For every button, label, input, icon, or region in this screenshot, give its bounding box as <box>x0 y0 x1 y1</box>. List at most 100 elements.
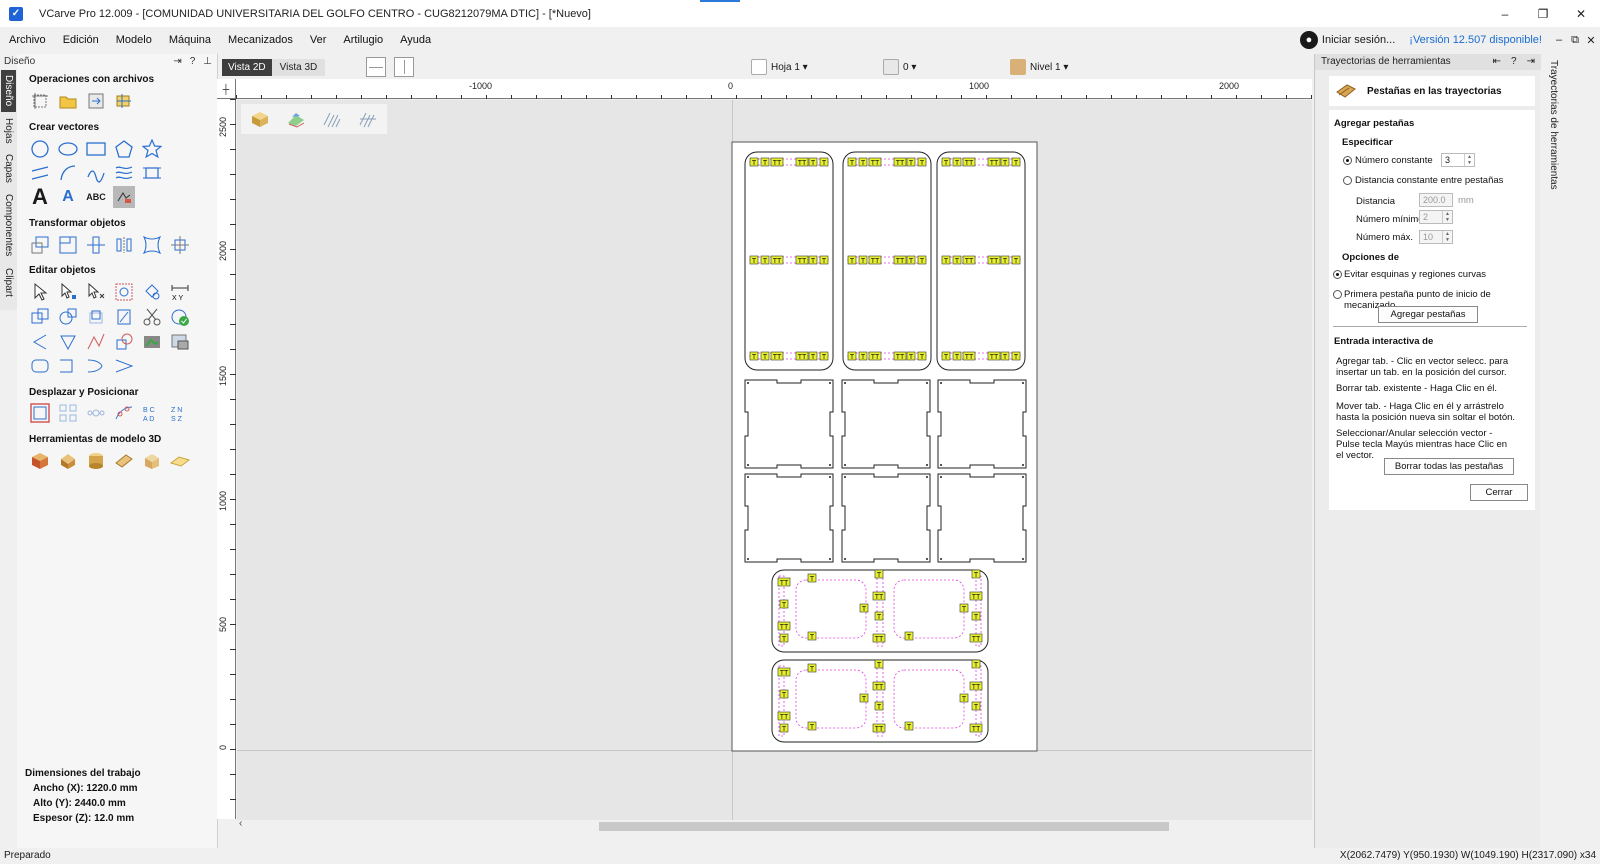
minimize-button[interactable]: – <box>1486 0 1524 27</box>
subtract-icon[interactable] <box>57 306 79 328</box>
tab-diseno[interactable]: Diseño <box>1 70 16 112</box>
intersect-icon[interactable] <box>85 306 107 328</box>
tab-componentes[interactable]: Componentes <box>1 188 16 262</box>
union-icon[interactable] <box>29 306 51 328</box>
angle-tool-icon[interactable] <box>113 355 135 377</box>
mdi-close-button[interactable]: ✕ <box>1584 34 1598 47</box>
label-parts-icon[interactable]: B C A D <box>141 402 163 424</box>
avoid-corners-radio[interactable] <box>1333 270 1342 279</box>
distort-object-icon[interactable] <box>141 234 163 256</box>
measure-tool-icon[interactable]: X Y <box>169 281 191 303</box>
arc-tool-icon[interactable] <box>57 162 79 184</box>
star-tool-icon[interactable] <box>141 138 163 160</box>
curve-fit-icon[interactable] <box>85 355 107 377</box>
move-object-icon[interactable] <box>29 234 51 256</box>
array-copy-icon[interactable] <box>57 402 79 424</box>
circle-tool-icon[interactable] <box>29 138 51 160</box>
menu-artilugio[interactable]: Artilugio <box>334 34 391 46</box>
const-distance-radio[interactable] <box>1343 176 1352 185</box>
maximize-button[interactable]: ❐ <box>1524 0 1562 27</box>
frame-select-icon[interactable] <box>29 402 51 424</box>
user-icon[interactable]: ● <box>1299 31 1318 49</box>
menu-ver[interactable]: Ver <box>301 34 335 46</box>
weld-icon[interactable] <box>141 281 163 303</box>
mdi-minimize-button[interactable]: – <box>1552 34 1566 46</box>
tab-hojas[interactable]: Hojas <box>1 114 16 148</box>
login-link[interactable]: Iniciar sesión... <box>1322 34 1395 46</box>
ellipse-tool-icon[interactable] <box>57 138 79 160</box>
validate-vectors-icon[interactable] <box>169 306 191 328</box>
scissors-icon[interactable] <box>141 306 163 328</box>
copy-along-curve-icon[interactable] <box>113 402 135 424</box>
trace-bitmap-icon[interactable] <box>169 331 191 353</box>
text-tool-icon[interactable]: A <box>29 184 51 209</box>
mdi-restore-button[interactable]: ⧉ <box>1568 34 1582 47</box>
model-box-icon[interactable] <box>141 450 163 472</box>
menu-modelo[interactable]: Modelo <box>107 34 160 46</box>
min-number-input[interactable]: 2 ▲ ▼ <box>1419 210 1453 224</box>
sheet-selector[interactable]: Hoja 1 ▾ <box>751 59 808 75</box>
menu-archivo[interactable]: Archivo <box>0 34 54 46</box>
const-number-radio[interactable] <box>1343 156 1352 165</box>
panel-collapse-button[interactable]: ⇥ <box>173 56 181 67</box>
fillet-icon[interactable] <box>29 331 51 353</box>
align-object-icon[interactable] <box>57 234 79 256</box>
menu-ayuda[interactable]: Ayuda <box>391 34 439 46</box>
model-sheet-icon[interactable] <box>113 450 135 472</box>
size-object-icon[interactable] <box>85 234 107 256</box>
merge-icon[interactable] <box>113 90 135 112</box>
canvas-drawing[interactable]: T T TT TT T TT T TT TT T TT T TT TT T TT T TT TT T TT T TT TT T T… <box>237 100 1312 820</box>
layout-vertical-split-icon[interactable] <box>394 57 414 77</box>
toolpaths-collapse-button[interactable]: ⇤ <box>1493 56 1501 67</box>
select-pointer-icon[interactable] <box>29 281 51 303</box>
polyline-tool-icon[interactable] <box>29 162 51 184</box>
offset-icon[interactable] <box>113 306 135 328</box>
dimension-tool-icon[interactable] <box>141 162 163 184</box>
import-icon[interactable] <box>85 90 107 112</box>
toolpaths-vertical-tab[interactable]: Trayectorias de herramientas <box>1541 54 1559 254</box>
tab-2d-view[interactable]: Vista 2D <box>222 58 272 76</box>
first-tab-radio[interactable] <box>1333 290 1342 299</box>
nesting-icon[interactable]: Z N S Z <box>169 402 191 424</box>
scroll-left-icon[interactable]: ‹ <box>239 818 242 829</box>
mirror-object-icon[interactable] <box>113 234 135 256</box>
material-block-icon[interactable] <box>247 107 273 131</box>
close-button[interactable]: ✕ <box>1562 0 1600 27</box>
const-number-input[interactable]: 3 ▲ ▼ <box>1441 153 1475 167</box>
new-file-icon[interactable] <box>29 90 51 112</box>
distance-input[interactable]: 200.0 <box>1419 193 1453 207</box>
menu-mecanizados[interactable]: Mecanizados <box>219 34 301 46</box>
interactive-trim-icon[interactable] <box>113 281 135 303</box>
scroll-thumb[interactable] <box>599 822 1169 831</box>
curve-tool-icon[interactable] <box>85 162 107 184</box>
set-size-icon[interactable] <box>169 234 191 256</box>
tab-clipart[interactable]: Clipart <box>1 264 16 300</box>
max-number-spinner[interactable]: ▲ ▼ <box>1442 231 1452 243</box>
menu-maquina[interactable]: Máquina <box>160 34 219 46</box>
model-cylinder-icon[interactable] <box>85 450 107 472</box>
layout-horizontal-split-icon[interactable] <box>366 57 386 77</box>
arc-text-icon[interactable]: ABC <box>85 186 107 208</box>
level-selector[interactable]: Nivel 1 ▾ <box>1010 59 1068 75</box>
close-dialog-button[interactable]: Cerrar <box>1470 484 1528 501</box>
fill-pattern-icon[interactable] <box>113 162 135 184</box>
toolpaths-help-button[interactable]: ? <box>1511 56 1517 67</box>
model-red-block-icon[interactable] <box>29 450 51 472</box>
toolpath-edit-icon[interactable] <box>355 107 381 131</box>
zero-selector[interactable]: 0 ▾ <box>883 59 916 75</box>
render-icon[interactable] <box>283 107 309 131</box>
panel-help-button[interactable]: ? <box>190 56 196 67</box>
close-vector-icon[interactable] <box>29 355 51 377</box>
panel-pin-button[interactable]: ⊥ <box>203 56 212 67</box>
model-plane-icon[interactable] <box>169 450 191 472</box>
const-number-spinner[interactable]: ▲ ▼ <box>1464 154 1474 166</box>
circular-array-icon[interactable] <box>85 402 107 424</box>
transform-select-icon[interactable] <box>85 281 107 303</box>
model-clipart-icon[interactable] <box>57 450 79 472</box>
drawing-canvas[interactable]: T T TT TT T T T T TT TT T T T T TT TT T T T T TT TT T T T T TT TT T T… <box>237 100 1312 820</box>
min-number-spinner[interactable]: ▲ ▼ <box>1442 211 1452 223</box>
extend-icon[interactable] <box>113 331 135 353</box>
max-number-input[interactable]: 10 ▲ ▼ <box>1419 230 1453 244</box>
menu-edicion[interactable]: Edición <box>54 34 107 46</box>
rectangle-tool-icon[interactable] <box>85 138 107 160</box>
